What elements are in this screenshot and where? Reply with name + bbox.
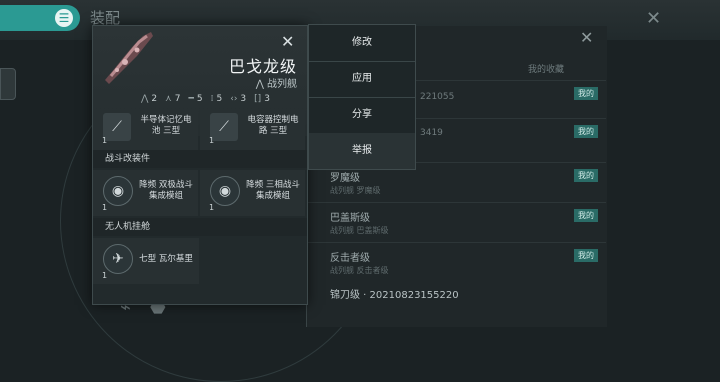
side-tab-handle[interactable]: [0, 68, 16, 100]
list-item-sub: 战列舰 罗魔级: [330, 186, 381, 195]
list-item-name: 罗魔级: [330, 173, 360, 184]
stat-low: ━ 5: [188, 94, 203, 104]
module-item[interactable]: ◉ 1 降频 三相战斗集成模组: [200, 170, 305, 216]
combat-rig-icon: ◉: [103, 176, 133, 206]
section-drone-bay: 无人机挂舱: [93, 218, 307, 236]
module-row: ⟋ 1 半导体记忆电池 三型 ⟋ 1 电容器控制电路 三型: [93, 110, 307, 150]
battleship-class-icon: ⋀: [255, 79, 264, 90]
module-label: 电容器控制电路 三型: [247, 115, 299, 136]
drone-icon: ‹›: [230, 94, 238, 104]
high-slot-icon: ⋀: [141, 94, 149, 104]
list-item-name: 反击者级: [330, 253, 370, 264]
module-item[interactable]: ⟋ 1 半导体记忆电池 三型: [93, 110, 198, 150]
low-slot-icon: ━: [188, 94, 194, 104]
stat-rig: ⁞ 5: [210, 94, 223, 104]
ship-class: ⋀ 战列舰: [255, 79, 297, 90]
module-bracket-icon: []: [254, 94, 262, 104]
module-count: 1: [102, 203, 108, 212]
module-item[interactable]: ⟋ 1 电容器控制电路 三型: [200, 110, 305, 150]
list-item[interactable]: 巴盖斯级 战列舰 巴盖斯级 我的: [306, 202, 606, 241]
module-item[interactable]: ◉ 1 降频 双极战斗集成模组: [93, 170, 198, 216]
fitting-action-menu: 修改 应用 分享 举报: [308, 24, 416, 170]
report-button[interactable]: 举报: [309, 133, 415, 169]
mine-badge: 我的: [574, 87, 598, 100]
edit-button[interactable]: 修改: [309, 25, 415, 62]
mid-slot-icon: ⋏: [165, 94, 172, 104]
ship-name: 巴戈龙级: [228, 57, 297, 76]
mine-badge: 我的: [574, 125, 598, 138]
stat-drone: ‹› 3: [230, 94, 247, 104]
close-icon[interactable]: ✕: [646, 8, 661, 29]
drone-item[interactable]: ✈ 1 七型 瓦尔基里: [93, 238, 199, 284]
apply-button[interactable]: 应用: [309, 61, 415, 98]
stat-mid: ⋏ 7: [165, 94, 181, 104]
module-label: 半导体记忆电池 三型: [140, 115, 192, 136]
close-icon[interactable]: ✕: [580, 28, 593, 47]
drone-icon: ✈: [103, 244, 133, 274]
drone-label: 七型 瓦尔基里: [139, 254, 193, 264]
drone-count: 1: [102, 271, 108, 280]
mine-badge: 我的: [574, 249, 598, 262]
mine-badge: 我的: [574, 209, 598, 222]
share-button[interactable]: 分享: [309, 97, 415, 134]
section-combat-rigs: 战斗改装件: [93, 150, 307, 168]
list-item-name[interactable]: 锦刀级 · 20210823155220: [330, 286, 459, 301]
stat-high: ⋀ 2: [141, 94, 158, 104]
module-count: 1: [102, 136, 108, 145]
list-item-sub: 战列舰 巴盖斯级: [330, 226, 389, 235]
hamburger-icon: ☰: [55, 9, 73, 27]
list-item[interactable]: 反击者级 战列舰 反击者级 我的: [306, 242, 606, 281]
menu-toggle-button[interactable]: ☰: [0, 5, 80, 31]
favorites-label: 我的收藏: [528, 65, 565, 75]
module-count: 1: [209, 136, 215, 145]
stat-bracket: [] 3: [254, 94, 270, 104]
combat-rig-icon: ◉: [210, 176, 240, 206]
ship-fitting-card: ✕ 巴戈龙级 ⋀ 战列舰 ⋀ 2 ⋏ 7 ━ 5 ⁞ 5 ‹› 3 [] 3 ⟋ 1 半导体记…: [92, 25, 308, 305]
drone-row: ✈ 1 七型 瓦尔基里: [93, 238, 307, 284]
close-icon[interactable]: ✕: [281, 32, 294, 51]
combat-rig-row: ◉ 1 降频 双极战斗集成模组 ◉ 1 降频 三相战斗集成模组: [93, 170, 307, 216]
module-label: 降频 双极战斗集成模组: [139, 180, 193, 201]
mine-badge: 我的: [574, 169, 598, 182]
module-count: 1: [209, 203, 215, 212]
memory-cell-icon: ⟋: [103, 113, 131, 141]
list-item-sub: 战列舰 反击者级: [330, 266, 389, 275]
ship-image: [105, 32, 153, 84]
list-item-name: 巴盖斯级: [330, 213, 370, 224]
module-label: 降频 三相战斗集成模组: [246, 180, 300, 201]
slot-stats: ⋀ 2 ⋏ 7 ━ 5 ⁞ 5 ‹› 3 [] 3: [141, 90, 278, 108]
rig-slot-icon: ⁞: [210, 94, 214, 104]
capacitor-circuit-icon: ⟋: [210, 113, 238, 141]
